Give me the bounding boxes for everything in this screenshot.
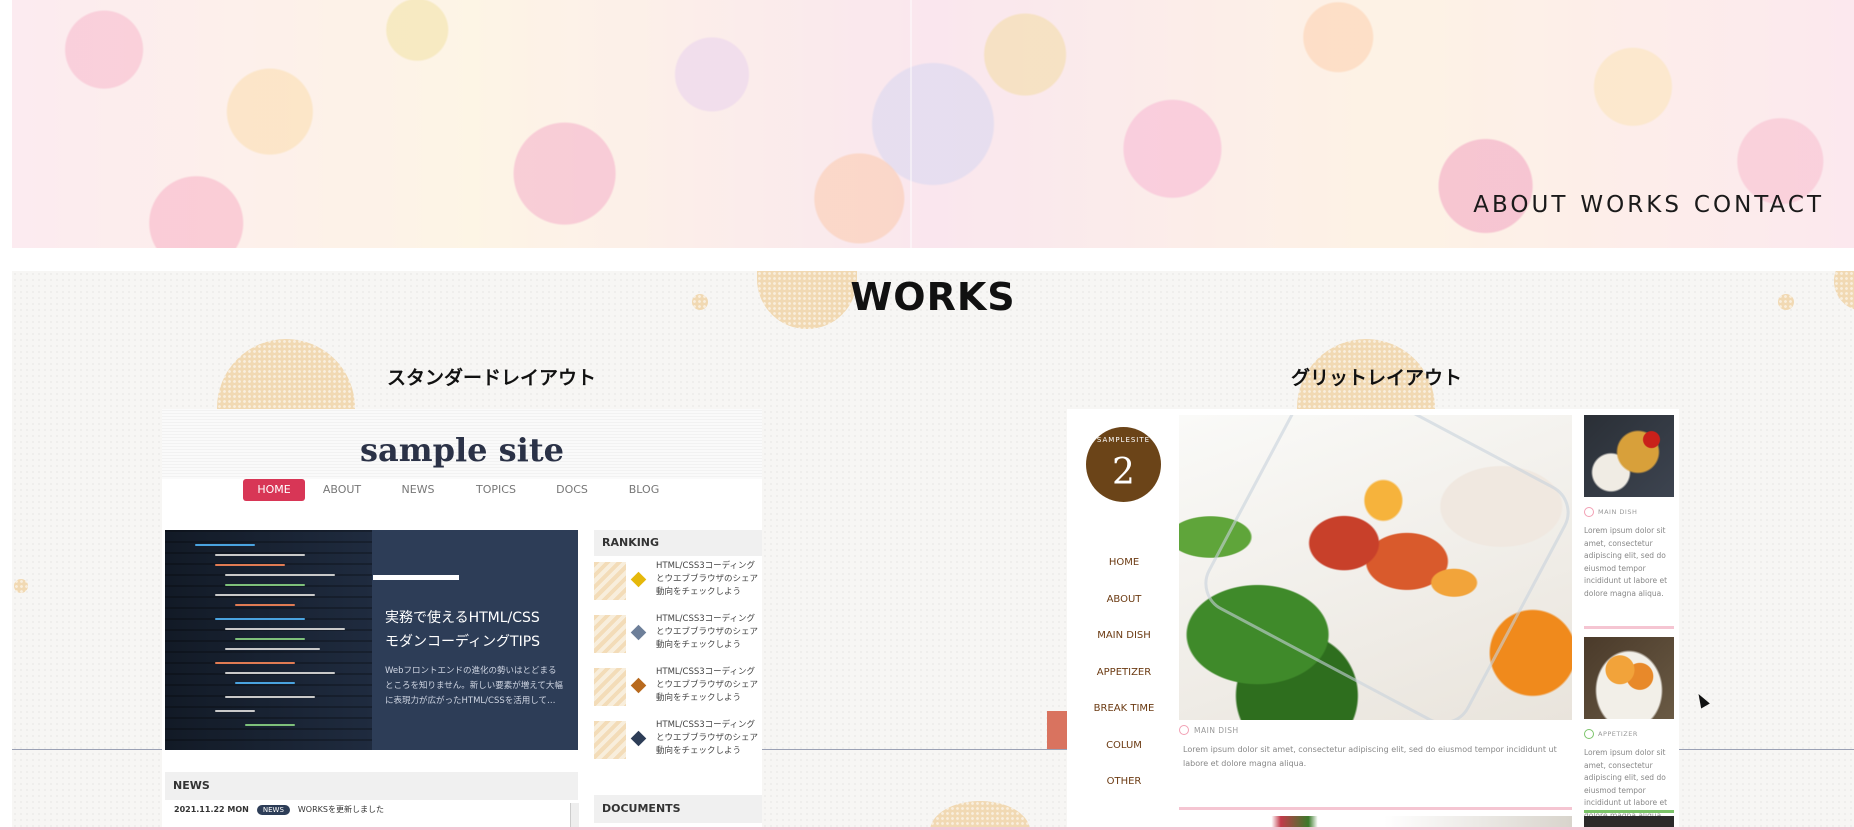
ranking-thumbnail (594, 562, 626, 600)
grid-menu-item[interactable]: COLUM (1079, 740, 1169, 751)
grid-menu-item[interactable]: BREAK TIME (1079, 703, 1169, 714)
decor-dot-circle (930, 801, 1030, 830)
side-card-1: MAIN DISH Lorem ipsum dolor sit amet, co… (1584, 415, 1674, 600)
nav-contact[interactable]: CONTACT (1694, 192, 1824, 218)
rank-badge-icon (630, 730, 647, 747)
ranking-item[interactable]: HTML/CSS3コーディングとウエブブラウザのシェア動向をチェックしよう (594, 719, 762, 763)
preview-sidebar: SAMPLESITE 2 HOME ABOUT MAIN DISH APPETIZER… (1079, 409, 1169, 830)
food-photo-main (1179, 415, 1572, 720)
news-date: 2021.11.22 MON (174, 805, 249, 814)
preview-menu: HOME ABOUT NEWS TOPICS DOCS BLOG (162, 479, 762, 504)
main-card-caption: MAIN DISH Lorem ipsum dolor sit amet, co… (1179, 725, 1572, 771)
hero-accent-bar (373, 575, 459, 580)
section-title: WORKS (850, 275, 1016, 319)
grid-menu-item[interactable]: ABOUT (1079, 594, 1169, 605)
category-ring-icon (1584, 729, 1594, 739)
ranking-item[interactable]: HTML/CSS3コーディングとウエブブラウザのシェア動向をチェックしよう (594, 666, 762, 710)
works-section: WORKS スタンダードレイアウト グリットレイアウト sample site … (12, 271, 1854, 830)
nav-about[interactable]: ABOUT (1473, 192, 1568, 218)
main-card-text: Lorem ipsum dolor sit amet, consectetur … (1183, 745, 1557, 768)
grid-layout-preview[interactable]: SAMPLESITE 2 HOME ABOUT MAIN DISH APPETIZER… (1067, 409, 1679, 830)
side-card-text: Lorem ipsum dolor sit amet, consectetur … (1584, 526, 1668, 598)
side-card-2: APPETIZER Lorem ipsum dolor sit amet, co… (1584, 637, 1674, 822)
ranking-text: HTML/CSS3コーディングとウエブブラウザのシェア動向をチェックしよう (656, 720, 759, 756)
news-text: WORKSを更新しました (297, 805, 384, 814)
rank-badge-icon (630, 677, 647, 694)
hero-title: 実務で使えるHTML/CSS モダンコーディングTIPS (385, 610, 541, 650)
news-row: 2021.11.22 MON NEWS WORKSを更新しました (174, 804, 384, 815)
ranking-text: HTML/CSS3コーディングとウエブブラウザのシェア動向をチェックしよう (656, 614, 759, 650)
preview-menu-news: NEWS (401, 483, 435, 496)
header-banner: ABOUT WORKS CONTACT (12, 0, 1854, 248)
food-photo-pasta (1584, 415, 1674, 497)
nav-works[interactable]: WORKS (1580, 192, 1682, 218)
news-heading: NEWS (165, 772, 578, 800)
preview-hero: 実務で使えるHTML/CSS モダンコーディングTIPS Webフロントエンドの… (165, 530, 578, 750)
grid-menu-item[interactable]: HOME (1079, 557, 1169, 568)
ranking-item[interactable]: HTML/CSS3コーディングとウエブブラウザのシェア動向をチェックしよう (594, 560, 762, 604)
ranking-text: HTML/CSS3コーディングとウエブブラウザのシェア動向をチェックしよう (656, 561, 759, 597)
rank-badge-icon (630, 624, 647, 641)
preview-menu-home: HOME (243, 479, 305, 501)
category-ring-icon (1179, 725, 1189, 735)
preview-header: sample site HOME ABOUT NEWS TOPICS DOCS … (162, 409, 762, 504)
glass-dish (1193, 415, 1572, 720)
code-screen-image (165, 530, 372, 750)
grid-menu-item[interactable]: MAIN DISH (1079, 630, 1169, 641)
food-photo-fruit (1584, 637, 1674, 719)
ranking-text: HTML/CSS3コーディングとウエブブラウザのシェア動向をチェックしよう (656, 667, 759, 703)
preview-site-logo: sample site (360, 431, 564, 469)
preview-menu-blog: BLOG (628, 483, 660, 496)
side-card-underline (1584, 626, 1674, 629)
preview-menu-topics: TOPICS (476, 483, 516, 496)
standard-layout-preview[interactable]: sample site HOME ABOUT NEWS TOPICS DOCS … (162, 409, 762, 830)
main-card-category: MAIN DISH (1179, 725, 1572, 735)
ranking-item[interactable]: HTML/CSS3コーディングとウエブブラウザのシェア動向をチェックしよう (594, 613, 762, 657)
ranking-thumbnail (594, 668, 626, 706)
decor-dot-small (14, 579, 28, 593)
main-nav: ABOUT WORKS CONTACT (1473, 192, 1824, 218)
grid-menu-item[interactable]: APPETIZER (1079, 667, 1169, 678)
news-tag: NEWS (256, 804, 290, 815)
ranking-heading: RANKING (594, 530, 762, 556)
side-card-underline (1584, 810, 1674, 813)
category-ring-icon (1584, 507, 1594, 517)
ranking-thumbnail (594, 721, 626, 759)
preview-circle-logo: SAMPLESITE 2 (1086, 427, 1161, 502)
preview-menu-docs: DOCS (556, 483, 588, 496)
rank-badge-icon (630, 571, 647, 588)
ranking-thumbnail (594, 615, 626, 653)
hero-text: Webフロントエンドの進化の勢いはとどまるところを知りません。新しい要素が増えて… (385, 666, 563, 706)
layout-title-standard: スタンダードレイアウト (387, 367, 597, 389)
main-card-underline (1179, 807, 1572, 810)
grid-menu-item[interactable]: OTHER (1079, 776, 1169, 787)
preview-menu-about: ABOUT (322, 483, 362, 496)
decor-block (1047, 711, 1069, 749)
news-scrollbar (570, 803, 579, 830)
layout-title-grid: グリットレイアウト (1291, 367, 1463, 389)
documents-heading: DOCUMENTS (594, 795, 762, 823)
